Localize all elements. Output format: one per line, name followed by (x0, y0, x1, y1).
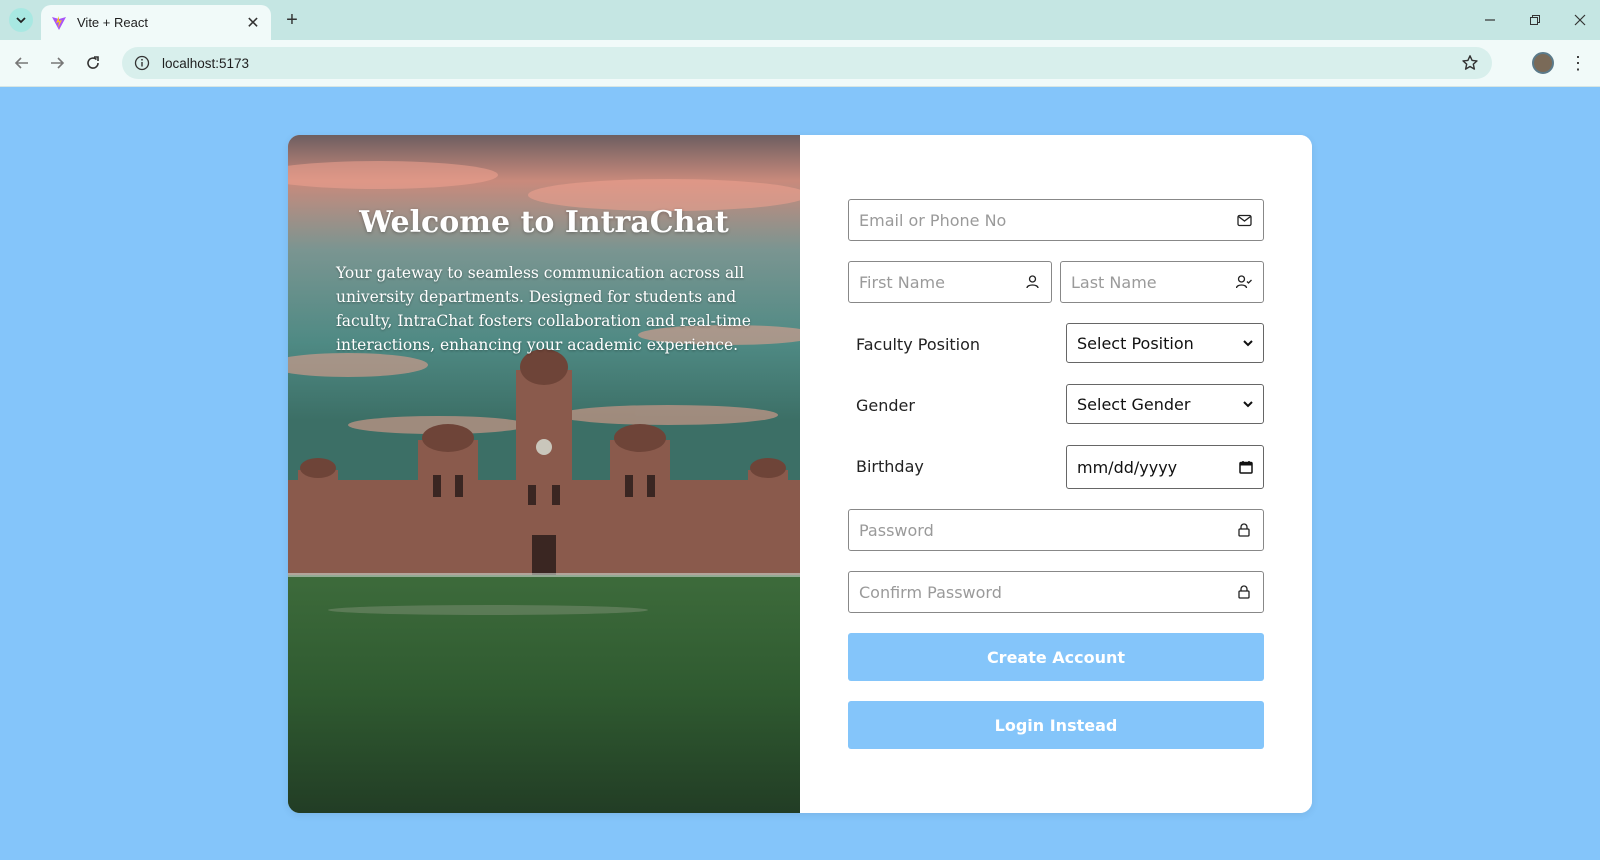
browser-menu-button[interactable]: ⋮ (1568, 50, 1588, 76)
birthday-date-input[interactable]: mm/dd/yyyy (1066, 445, 1264, 489)
hero-description: Your gateway to seamless communication a… (336, 264, 751, 354)
restore-icon (1530, 15, 1540, 25)
hero-panel: Welcome to IntraChat Your gateway to sea… (288, 135, 800, 813)
reload-icon (87, 56, 99, 69)
email-field[interactable]: Email or Phone No (848, 199, 1264, 241)
hero-title: Welcome to IntraChat (359, 205, 729, 240)
faculty-position-label: Faculty Position (856, 335, 981, 354)
login-instead-button[interactable]: Login Instead (848, 701, 1264, 749)
arrow-left-icon (14, 57, 28, 69)
reload-button[interactable] (80, 50, 106, 76)
lock-icon (1235, 583, 1253, 601)
site-info-button[interactable] (126, 47, 158, 79)
confirm-password-placeholder: Confirm Password (859, 582, 1002, 602)
tab-search-button[interactable] (9, 8, 33, 32)
new-tab-button[interactable]: + (280, 8, 304, 32)
close-window-button[interactable] (1566, 8, 1594, 32)
back-button[interactable] (9, 50, 35, 76)
info-icon (134, 55, 150, 71)
tab-close-button[interactable]: ✕ (245, 15, 261, 32)
first-name-placeholder: First Name (859, 272, 945, 292)
last-name-placeholder: Last Name (1071, 272, 1157, 292)
signup-card: Welcome to IntraChat Your gateway to sea… (288, 135, 1312, 813)
chevron-down-icon (16, 17, 26, 24)
calendar-icon[interactable] (1239, 460, 1253, 474)
profile-avatar[interactable] (1532, 52, 1554, 74)
minimize-button[interactable] (1476, 8, 1504, 32)
tab-strip: Vite + React ✕ + (0, 0, 1600, 40)
faculty-position-select[interactable]: Select Position (1066, 323, 1264, 363)
chevron-down-icon (1243, 340, 1253, 347)
mail-icon (1235, 211, 1253, 229)
lock-icon (1235, 521, 1253, 539)
birthday-label: Birthday (856, 457, 924, 476)
browser-chrome: Vite + React ✕ + localhost:5173 ⋮ (0, 0, 1600, 87)
email-placeholder: Email or Phone No (859, 210, 1007, 230)
bookmark-button[interactable] (1460, 53, 1480, 73)
chevron-down-icon (1243, 401, 1253, 408)
signup-form: Email or Phone No First Name Last Name F… (800, 135, 1312, 813)
restore-button[interactable] (1521, 8, 1549, 32)
arrow-right-icon (51, 57, 65, 69)
star-icon (1462, 55, 1478, 70)
user-check-icon (1235, 273, 1253, 291)
minimize-icon (1485, 19, 1495, 21)
last-name-field[interactable]: Last Name (1060, 261, 1264, 303)
gender-label: Gender (856, 396, 915, 415)
confirm-password-field[interactable]: Confirm Password (848, 571, 1264, 613)
gender-select[interactable]: Select Gender (1066, 384, 1264, 424)
vite-favicon-icon (52, 15, 66, 30)
tab-vite-react[interactable]: Vite + React ✕ (41, 5, 271, 40)
faculty-position-value: Select Position (1077, 333, 1194, 353)
forward-button[interactable] (44, 50, 70, 76)
user-icon (1023, 273, 1041, 291)
password-placeholder: Password (859, 520, 934, 540)
close-icon (1574, 14, 1586, 26)
birthday-placeholder: mm/dd/yyyy (1077, 457, 1178, 477)
url-text: localhost:5173 (162, 55, 250, 71)
password-field[interactable]: Password (848, 509, 1264, 551)
first-name-field[interactable]: First Name (848, 261, 1052, 303)
create-account-button[interactable]: Create Account (848, 633, 1264, 681)
browser-toolbar: localhost:5173 ⋮ (0, 40, 1600, 87)
tab-title: Vite + React (77, 15, 148, 30)
address-bar[interactable]: localhost:5173 (122, 47, 1492, 79)
gender-value: Select Gender (1077, 394, 1191, 414)
